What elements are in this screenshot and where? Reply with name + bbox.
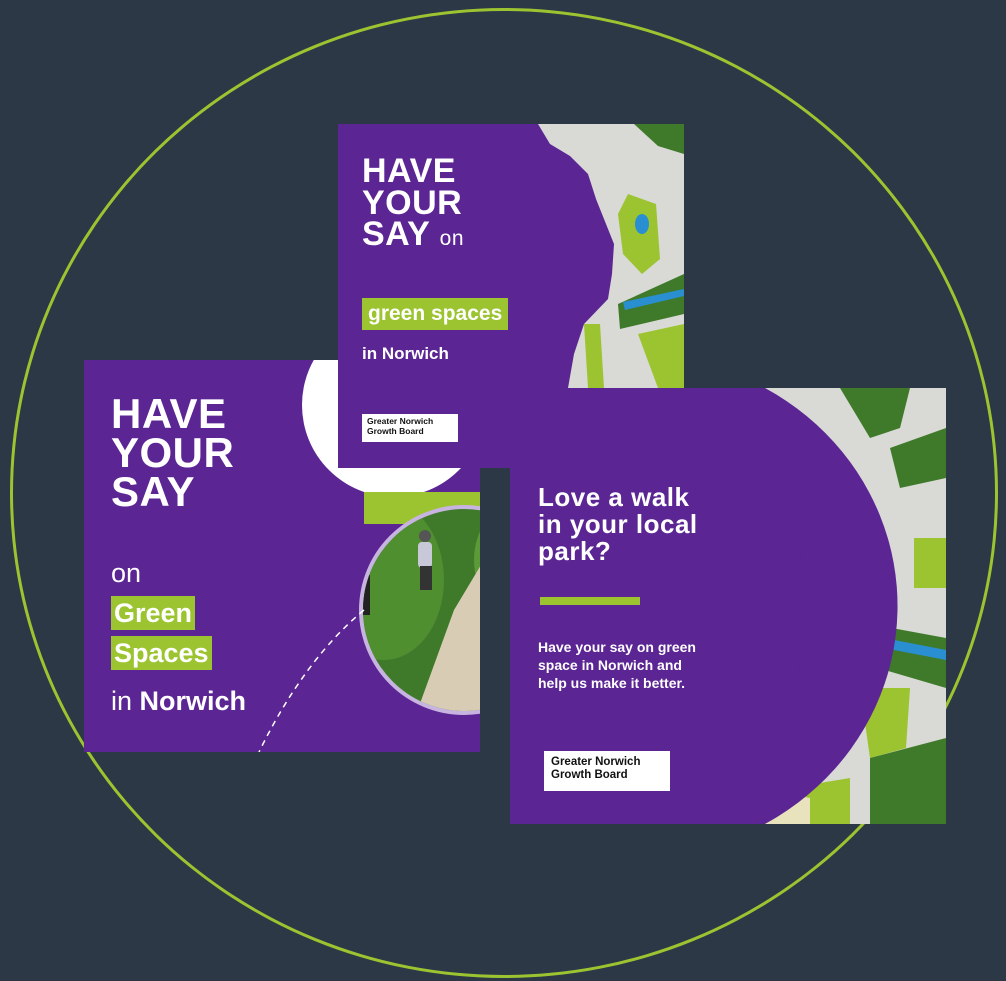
norwich-text: Norwich bbox=[139, 686, 247, 716]
accent-bar bbox=[540, 597, 640, 605]
headline-line3: SAY bbox=[111, 468, 196, 516]
card-love-a-walk: Love a walk in your local park? Have you… bbox=[510, 388, 946, 824]
heading-line3: park? bbox=[538, 535, 612, 566]
logo-line2: Growth Board bbox=[367, 425, 424, 436]
headline-line1: HAVE bbox=[111, 390, 227, 437]
heading-line1: Love a walk bbox=[538, 482, 690, 512]
green-highlight: Green bbox=[111, 596, 196, 630]
logo-line2: Growth Board bbox=[551, 769, 628, 782]
in-norwich-text: in Norwich bbox=[362, 344, 449, 363]
headline-line2: YOUR bbox=[111, 429, 235, 477]
body-line2: space in Norwich and bbox=[538, 657, 682, 674]
on-text: on bbox=[439, 227, 464, 251]
headline-line3: SAY bbox=[362, 215, 430, 254]
spaces-highlight: Spaces bbox=[111, 636, 212, 670]
in-text: in bbox=[111, 686, 133, 716]
body-line1: Have your say on green bbox=[538, 639, 696, 655]
body-line3: help us make it better. bbox=[538, 675, 686, 692]
heading-line2: in your local bbox=[538, 508, 698, 539]
logo-line1: Greater Norwich bbox=[551, 756, 641, 768]
logo-badge: Greater Norwich Growth Board bbox=[362, 414, 458, 442]
headline-line1: HAVE bbox=[362, 152, 456, 190]
on-text: on bbox=[111, 558, 142, 588]
logo-badge: Greater Norwich Growth Board bbox=[544, 751, 670, 791]
green-spaces-highlight: green spaces bbox=[362, 298, 509, 330]
